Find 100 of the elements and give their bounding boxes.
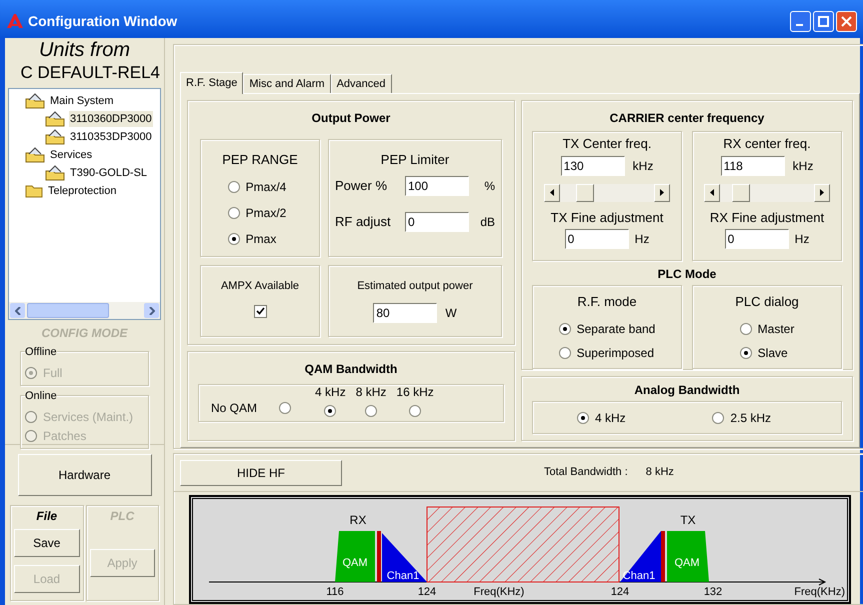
axis-label: Freq(KHz) [474, 586, 524, 598]
radio-button[interactable] [577, 412, 589, 424]
axis-label: Freq(KHz) [794, 586, 845, 598]
radio-label: Pmax/2 [246, 204, 286, 222]
tree-item[interactable]: Main System [49, 92, 115, 110]
group-title: PLC [110, 508, 134, 525]
tick-label: 116 [326, 586, 344, 598]
radio-label: 2.5 kHz [730, 410, 771, 426]
tab[interactable]: Advanced [330, 74, 392, 93]
group-title: Analog Bandwidth [633, 382, 741, 399]
close-icon [841, 16, 852, 26]
group-title: PLC Mode [656, 266, 718, 283]
group-title: PEP Limiter [380, 151, 450, 169]
group-title: PLC dialog [735, 293, 799, 311]
tree-item[interactable]: 3110360DP3000 [69, 110, 153, 128]
action-button[interactable]: Save [14, 529, 80, 557]
radio-label: 16 kHz [396, 384, 434, 401]
window-title: Configuration Window [28, 12, 178, 31]
radio-label: Patches [43, 428, 86, 445]
input-field[interactable]: 80 [373, 302, 438, 322]
group-title: RX center freq. [723, 135, 811, 153]
field-label: RF adjust [335, 212, 392, 231]
radio-label: 4 kHz [595, 410, 626, 426]
field-label: RX Fine adjustment [710, 208, 824, 227]
group-title: PEP RANGE [222, 151, 298, 169]
field-label: Estimated output power [357, 279, 473, 294]
folder-house-icon [25, 93, 45, 109]
tree-item[interactable]: Teleprotection [47, 182, 118, 200]
radio-button[interactable] [279, 402, 292, 414]
slider-thumb[interactable] [732, 184, 750, 202]
input-field[interactable]: 0 [724, 229, 789, 249]
folder-icon [25, 184, 43, 198]
radio-button[interactable] [228, 180, 240, 192]
radio-button[interactable] [740, 346, 752, 358]
tree-item[interactable]: 3110353DP3000 [69, 128, 153, 146]
field-label: Power % [335, 176, 388, 195]
logo-icon [6, 13, 24, 29]
input-field[interactable]: 100 [405, 176, 469, 196]
group-title: R.F. mode [577, 293, 637, 311]
radio-button[interactable] [228, 232, 240, 244]
radio-button[interactable] [558, 322, 571, 334]
tick-label: 132 [704, 586, 722, 598]
slider-left-button[interactable] [704, 184, 720, 202]
folder-house-icon [45, 111, 65, 127]
radio-button[interactable] [740, 322, 752, 334]
radio-label: No QAM [211, 400, 258, 417]
radio-button[interactable] [409, 405, 422, 417]
input-field[interactable]: 118 [720, 156, 785, 176]
checkbox-label: AMPX Available [220, 279, 300, 294]
horizontal-scrollbar[interactable] [9, 302, 160, 319]
unit-label: W [445, 304, 457, 322]
left-arrow-icon [710, 189, 714, 196]
tick-label: 124 [610, 586, 630, 598]
radio-button[interactable] [558, 346, 571, 358]
scroll-right-button[interactable] [144, 303, 159, 318]
checkbox[interactable] [254, 304, 266, 318]
tx-qam-band [667, 531, 709, 582]
slider-left-button[interactable] [544, 184, 560, 202]
unit-label: kHz [632, 158, 654, 174]
hide-hf-button[interactable]: HIDE HF [180, 460, 342, 486]
folder-house-icon [45, 165, 65, 181]
band-label: QAM [342, 557, 368, 569]
slider-thumb[interactable] [576, 184, 594, 202]
tab[interactable]: R.F. Stage [180, 72, 244, 94]
input-field[interactable]: 0 [405, 212, 469, 232]
radio-button[interactable] [365, 405, 378, 417]
group-title: File [36, 508, 58, 525]
radio-label: Master [758, 320, 794, 338]
close-button[interactable] [836, 10, 857, 32]
band-label: QAM [674, 557, 700, 569]
unit-label: dB [480, 214, 495, 230]
radio-label: Superimposed [576, 344, 654, 362]
input-field[interactable]: 130 [560, 156, 625, 176]
radio-button[interactable] [228, 206, 240, 218]
input-field[interactable]: 0 [564, 229, 629, 249]
minimize-button[interactable] [790, 10, 811, 32]
unit-label: Hz [794, 231, 810, 248]
total-bandwidth-label: Total Bandwidth : [544, 465, 628, 480]
radio-label: Separate band [576, 320, 656, 338]
tree-item[interactable]: T390-GOLD-SL [69, 164, 148, 182]
radio-label: 4 kHz [315, 384, 346, 401]
radio-label: 8 kHz [356, 384, 386, 401]
tree-item[interactable]: Services [49, 146, 94, 164]
rx-qam-band [335, 531, 375, 582]
scroll-thumb[interactable] [27, 303, 109, 318]
left-arrow-icon [550, 189, 554, 196]
slider-right-button[interactable] [814, 184, 830, 202]
band-label: Chan1 [386, 570, 420, 582]
group-title: QAM Bandwidth [304, 361, 398, 378]
scroll-left-button[interactable] [10, 303, 25, 318]
group-title: CARRIER center frequency [608, 110, 766, 127]
tab[interactable]: Misc and Alarm [243, 74, 331, 93]
radio-button[interactable] [324, 405, 336, 417]
hardware-button[interactable]: Hardware [18, 454, 152, 496]
rx-label: RX [350, 513, 366, 527]
maximize-button[interactable] [813, 10, 834, 32]
slider-right-button[interactable] [654, 184, 670, 202]
units-subtitle: C DEFAULT-REL4 [20, 62, 161, 84]
folder-house-icon [45, 129, 65, 145]
radio-button[interactable] [712, 412, 724, 424]
